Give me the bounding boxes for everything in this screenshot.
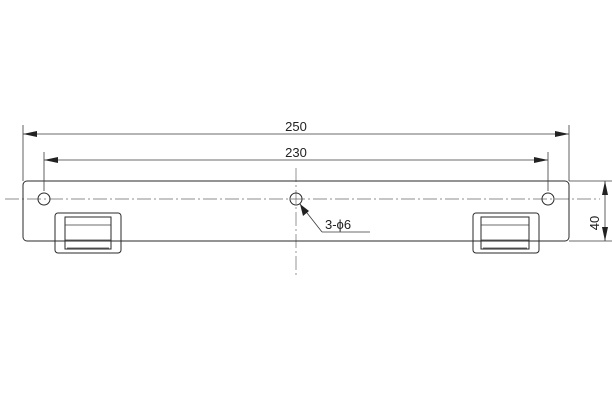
handle-left — [54, 212, 122, 254]
handle-right — [472, 212, 540, 254]
dimension-250-label: 250 — [285, 119, 307, 134]
hole-callout: 3-ϕ6 — [299, 203, 370, 233]
technical-drawing: 250 230 40 3-ϕ6 — [5, 119, 612, 278]
dimension-height: 40 — [569, 180, 612, 242]
dimension-230-label: 230 — [285, 145, 307, 160]
dimension-40-label: 40 — [587, 216, 602, 230]
hole-callout-label: 3-ϕ6 — [325, 217, 351, 232]
